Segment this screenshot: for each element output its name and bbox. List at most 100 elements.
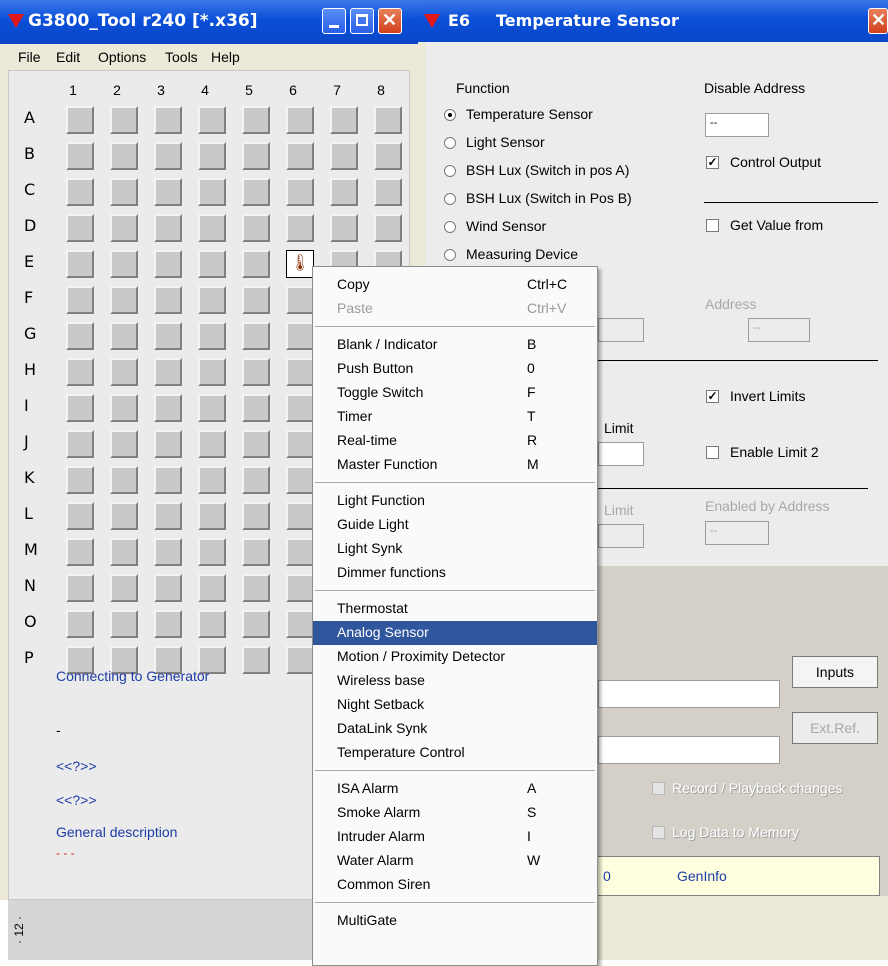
menu-item-light-synk[interactable]: Light Synk	[313, 537, 597, 561]
grid-cell-e5[interactable]	[242, 250, 270, 278]
grid-cell-l4[interactable]	[198, 502, 226, 530]
status-link[interactable]: Connecting to Generator	[56, 668, 209, 684]
menu-item-toggle-switch[interactable]: Toggle Switch F	[313, 381, 597, 405]
grid-cell-e4[interactable]	[198, 250, 226, 278]
grid-cell-c4[interactable]	[198, 178, 226, 206]
menu-item-temperature-control[interactable]: Temperature Control	[313, 741, 597, 765]
description-input-1[interactable]	[598, 680, 780, 708]
grid-cell-e3[interactable]	[154, 250, 182, 278]
menu-item-wireless-base[interactable]: Wireless base	[313, 669, 597, 693]
grid-cell-p5[interactable]	[242, 646, 270, 674]
menu-item-multigate[interactable]: MultiGate	[313, 909, 597, 933]
grid-cell-n6[interactable]	[286, 574, 314, 602]
grid-cell-a7[interactable]	[330, 106, 358, 134]
grid-cell-f1[interactable]	[66, 286, 94, 314]
grid-cell-k3[interactable]	[154, 466, 182, 494]
menu-options[interactable]: Options	[98, 49, 146, 65]
grid-cell-m6[interactable]	[286, 538, 314, 566]
address-input[interactable]: --	[748, 318, 810, 342]
function-radio-3[interactable]	[444, 193, 456, 205]
grid-cell-d6[interactable]	[286, 214, 314, 242]
geninfo-link[interactable]: GenInfo	[677, 868, 727, 884]
grid-cell-i3[interactable]	[154, 394, 182, 422]
grid-cell-a6[interactable]	[286, 106, 314, 134]
record-playback-checkbox[interactable]	[652, 782, 665, 795]
grid-cell-h3[interactable]	[154, 358, 182, 386]
function-radio-0[interactable]	[444, 109, 456, 121]
menu-item-common-siren[interactable]: Common Siren	[313, 873, 597, 897]
menu-item-push-button[interactable]: Push Button 0	[313, 357, 597, 381]
menu-item-analog-sensor[interactable]: Analog Sensor	[313, 621, 597, 645]
grid-cell-m4[interactable]	[198, 538, 226, 566]
grid-cell-i5[interactable]	[242, 394, 270, 422]
grid-cell-c6[interactable]	[286, 178, 314, 206]
grid-cell-a1[interactable]	[66, 106, 94, 134]
grid-cell-d8[interactable]	[374, 214, 402, 242]
grid-cell-e2[interactable]	[110, 250, 138, 278]
grid-cell-j3[interactable]	[154, 430, 182, 458]
grid-cell-m2[interactable]	[110, 538, 138, 566]
function-radio-2[interactable]	[444, 165, 456, 177]
enabled-by-address-input[interactable]: --	[705, 521, 769, 545]
extref-button[interactable]: Ext.Ref.	[792, 712, 878, 744]
menu-item-motion-proximity-detector[interactable]: Motion / Proximity Detector	[313, 645, 597, 669]
grid-cell-a3[interactable]	[154, 106, 182, 134]
grid-cell-d3[interactable]	[154, 214, 182, 242]
grid-cell-k1[interactable]	[66, 466, 94, 494]
grid-cell-l6[interactable]	[286, 502, 314, 530]
description-input-2[interactable]	[598, 736, 780, 764]
menu-item-dimmer-functions[interactable]: Dimmer functions	[313, 561, 597, 585]
menu-item-smoke-alarm[interactable]: Smoke Alarm S	[313, 801, 597, 825]
grid-cell-m5[interactable]	[242, 538, 270, 566]
grid-cell-f3[interactable]	[154, 286, 182, 314]
grid-cell-g3[interactable]	[154, 322, 182, 350]
menu-item-light-function[interactable]: Light Function	[313, 489, 597, 513]
limit-2-input[interactable]	[598, 524, 644, 548]
grid-cell-b2[interactable]	[110, 142, 138, 170]
grid-cell-n1[interactable]	[66, 574, 94, 602]
limit-1-input[interactable]	[598, 442, 644, 466]
grid-cell-h5[interactable]	[242, 358, 270, 386]
grid-cell-b1[interactable]	[66, 142, 94, 170]
grid-cell-k5[interactable]	[242, 466, 270, 494]
general-description-link[interactable]: General description	[56, 824, 177, 840]
grid-cell-i1[interactable]	[66, 394, 94, 422]
grid-cell-i2[interactable]	[110, 394, 138, 422]
menu-file[interactable]: File	[18, 49, 41, 65]
grid-cell-n2[interactable]	[110, 574, 138, 602]
disable-address-input[interactable]: --	[705, 113, 769, 137]
grid-cell-j6[interactable]	[286, 430, 314, 458]
menu-item-real-time[interactable]: Real-time R	[313, 429, 597, 453]
grid-cell-c2[interactable]	[110, 178, 138, 206]
grid-cell-f5[interactable]	[242, 286, 270, 314]
maximize-button[interactable]	[350, 8, 374, 34]
log-data-checkbox[interactable]	[652, 826, 665, 839]
properties-title-bar[interactable]: E6 Temperature Sensor ✕	[418, 0, 888, 42]
grid-cell-a4[interactable]	[198, 106, 226, 134]
close-button[interactable]: ✕	[378, 8, 402, 34]
grid-cell-h4[interactable]	[198, 358, 226, 386]
menu-edit[interactable]: Edit	[56, 49, 80, 65]
menu-item-thermostat[interactable]: Thermostat	[313, 597, 597, 621]
grid-cell-b6[interactable]	[286, 142, 314, 170]
grid-cell-p6[interactable]	[286, 646, 314, 674]
invert-limits-checkbox[interactable]: ✓	[706, 390, 719, 403]
grid-cell-e6[interactable]: 🌡	[286, 250, 314, 278]
grid-cell-l1[interactable]	[66, 502, 94, 530]
grid-cell-d1[interactable]	[66, 214, 94, 242]
grid-cell-f6[interactable]	[286, 286, 314, 314]
grid-cell-g6[interactable]	[286, 322, 314, 350]
grid-cell-n3[interactable]	[154, 574, 182, 602]
grid-cell-k6[interactable]	[286, 466, 314, 494]
function-radio-5[interactable]	[444, 249, 456, 261]
grid-cell-i4[interactable]	[198, 394, 226, 422]
grid-cell-m3[interactable]	[154, 538, 182, 566]
grid-cell-c7[interactable]	[330, 178, 358, 206]
grid-cell-k4[interactable]	[198, 466, 226, 494]
grid-cell-e1[interactable]	[66, 250, 94, 278]
placeholder-link-1[interactable]: <<?>>	[56, 758, 97, 774]
grid-cell-l2[interactable]	[110, 502, 138, 530]
grid-cell-b7[interactable]	[330, 142, 358, 170]
grid-cell-c5[interactable]	[242, 178, 270, 206]
grid-cell-j2[interactable]	[110, 430, 138, 458]
